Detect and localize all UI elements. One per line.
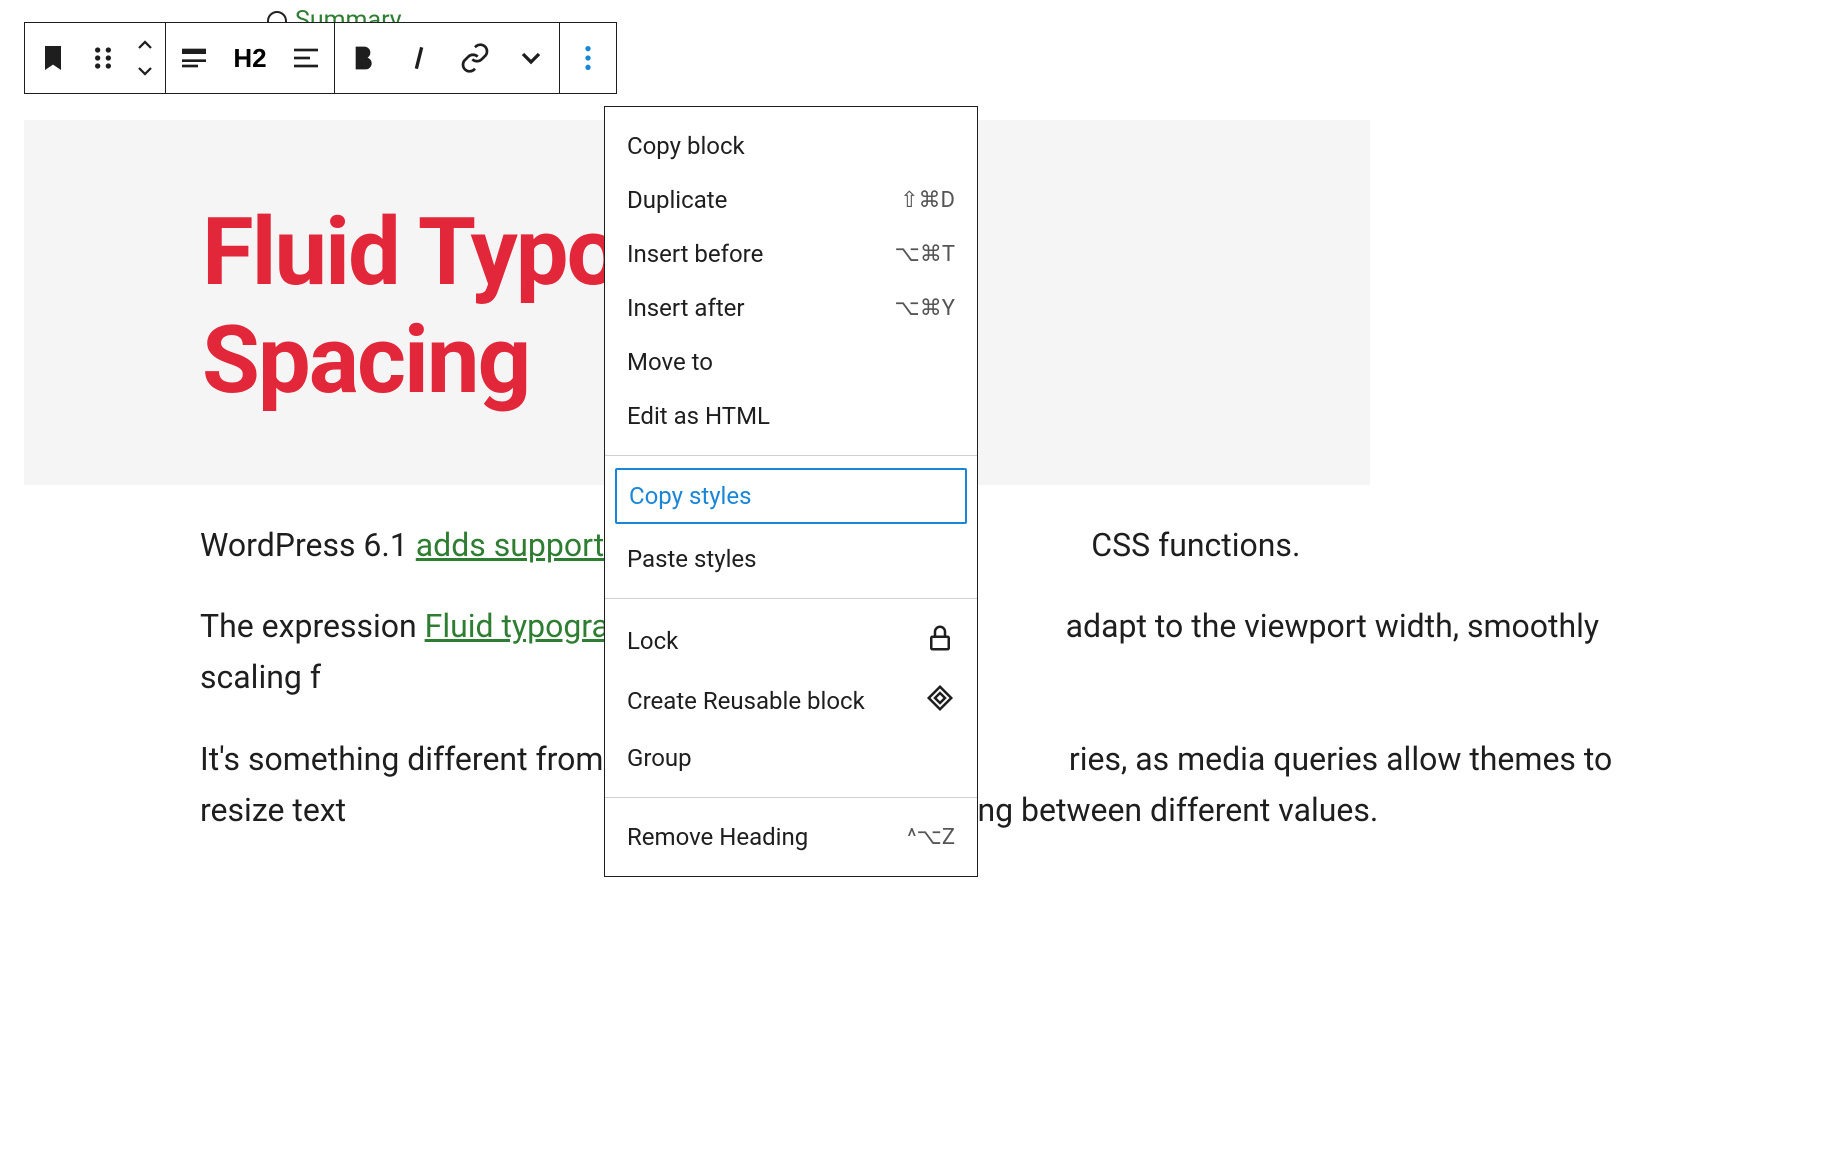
menu-move-to[interactable]: Move to [605, 335, 977, 389]
bold-button[interactable] [335, 23, 391, 93]
menu-label: Copy styles [629, 482, 752, 510]
menu-section-2: Copy styles Paste styles [605, 456, 977, 599]
link-button[interactable] [447, 23, 503, 93]
h2-label: H2 [233, 43, 266, 74]
adds-support-link[interactable]: adds support [416, 526, 604, 564]
chevron-up-icon [136, 39, 154, 51]
menu-label: Insert after [627, 294, 745, 322]
chevron-down-icon [515, 42, 547, 74]
menu-label: Edit as HTML [627, 402, 770, 430]
toolbar-group-format [335, 23, 560, 93]
menu-group[interactable]: Group [605, 731, 977, 785]
menu-insert-before[interactable]: Insert before ⌥⌘T [605, 227, 977, 281]
menu-label: Remove Heading [627, 823, 808, 851]
menu-create-reusable[interactable]: Create Reusable block [605, 671, 977, 731]
lock-icon [925, 623, 955, 659]
menu-shortcut: ⇧⌘D [900, 188, 955, 213]
cover-block-icon-button[interactable] [25, 23, 81, 93]
menu-section-4: Remove Heading ^⌥Z [605, 798, 977, 876]
menu-shortcut: ^⌥Z [907, 825, 955, 850]
move-up-button[interactable] [125, 32, 165, 58]
heading-icon [178, 42, 210, 74]
menu-shortcut: ⌥⌘T [895, 242, 955, 267]
menu-label: Duplicate [627, 186, 727, 214]
menu-edit-html[interactable]: Edit as HTML [605, 389, 977, 443]
menu-duplicate[interactable]: Duplicate ⇧⌘D [605, 173, 977, 227]
toolbar-group-options [560, 23, 616, 93]
menu-label: Copy block [627, 132, 745, 160]
align-left-icon [290, 42, 322, 74]
block-options-menu: Copy block Duplicate ⇧⌘D Insert before ⌥… [604, 106, 978, 877]
menu-lock[interactable]: Lock [605, 611, 977, 671]
drag-handle-icon [87, 42, 119, 74]
heading-line-2: Spacing [202, 305, 529, 415]
text-align-button[interactable] [278, 23, 334, 93]
menu-section-1: Copy block Duplicate ⇧⌘D Insert before ⌥… [605, 107, 977, 456]
menu-label: Group [627, 744, 692, 772]
heading-align-button[interactable] [166, 23, 222, 93]
toolbar-group-heading: H2 [166, 23, 335, 93]
link-icon [459, 42, 491, 74]
menu-shortcut: ⌥⌘Y [894, 296, 955, 321]
options-button[interactable] [560, 23, 616, 93]
drag-handle-button[interactable] [81, 23, 125, 93]
menu-copy-styles[interactable]: Copy styles [615, 468, 967, 524]
italic-icon [403, 42, 435, 74]
chevron-down-icon [136, 65, 154, 77]
menu-label: Create Reusable block [627, 687, 865, 715]
cover-icon [37, 42, 69, 74]
toolbar-group-block [25, 23, 166, 93]
move-buttons-group [125, 23, 165, 93]
menu-label: Move to [627, 348, 713, 376]
move-down-button[interactable] [125, 58, 165, 84]
menu-paste-styles[interactable]: Paste styles [605, 532, 977, 586]
bold-icon [347, 42, 379, 74]
menu-label: Insert before [627, 240, 763, 268]
menu-copy-block[interactable]: Copy block [605, 119, 977, 173]
heading-level-button[interactable]: H2 [222, 23, 278, 93]
menu-remove-heading[interactable]: Remove Heading ^⌥Z [605, 810, 977, 864]
reusable-block-icon [925, 683, 955, 719]
more-format-button[interactable] [503, 23, 559, 93]
italic-button[interactable] [391, 23, 447, 93]
menu-section-3: Lock Create Reusable block Group [605, 599, 977, 798]
block-toolbar: H2 [24, 22, 617, 94]
menu-insert-after[interactable]: Insert after ⌥⌘Y [605, 281, 977, 335]
menu-label: Lock [627, 627, 678, 655]
more-vertical-icon [572, 42, 604, 74]
menu-label: Paste styles [627, 545, 757, 573]
